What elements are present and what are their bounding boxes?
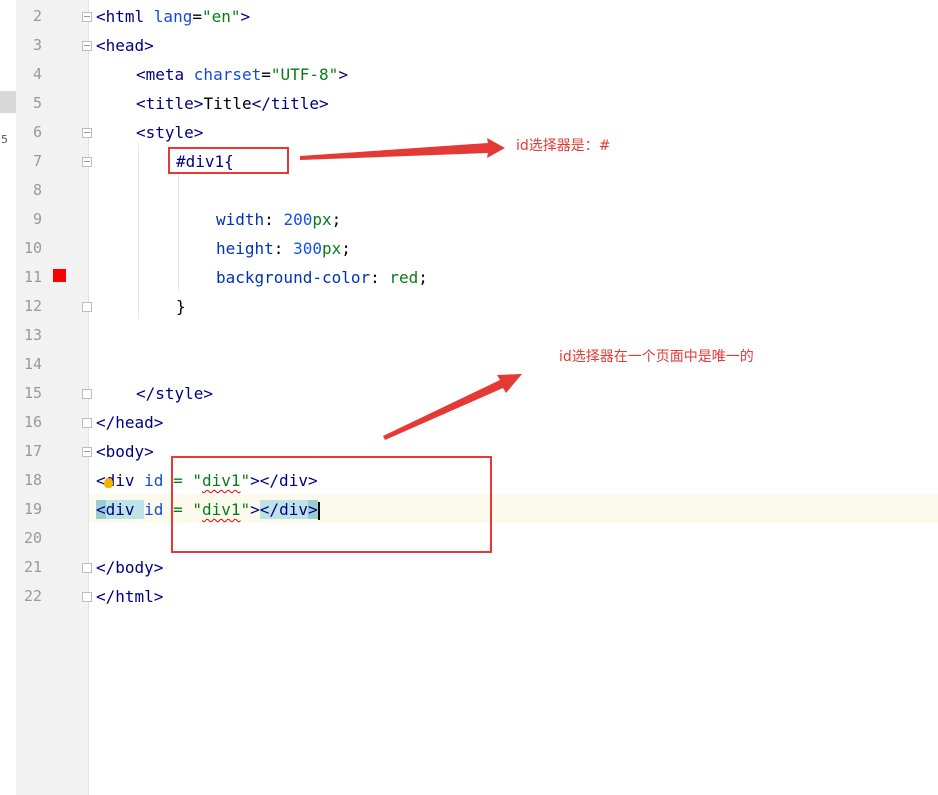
annotation-note-2: id选择器在一个页面中是唯一的 bbox=[559, 349, 754, 365]
arrow-to-note2 bbox=[383, 374, 522, 440]
annotation-note-1: id选择器是：# bbox=[516, 138, 611, 154]
arrow-to-note1 bbox=[300, 138, 505, 160]
annotation-arrows bbox=[300, 138, 522, 440]
